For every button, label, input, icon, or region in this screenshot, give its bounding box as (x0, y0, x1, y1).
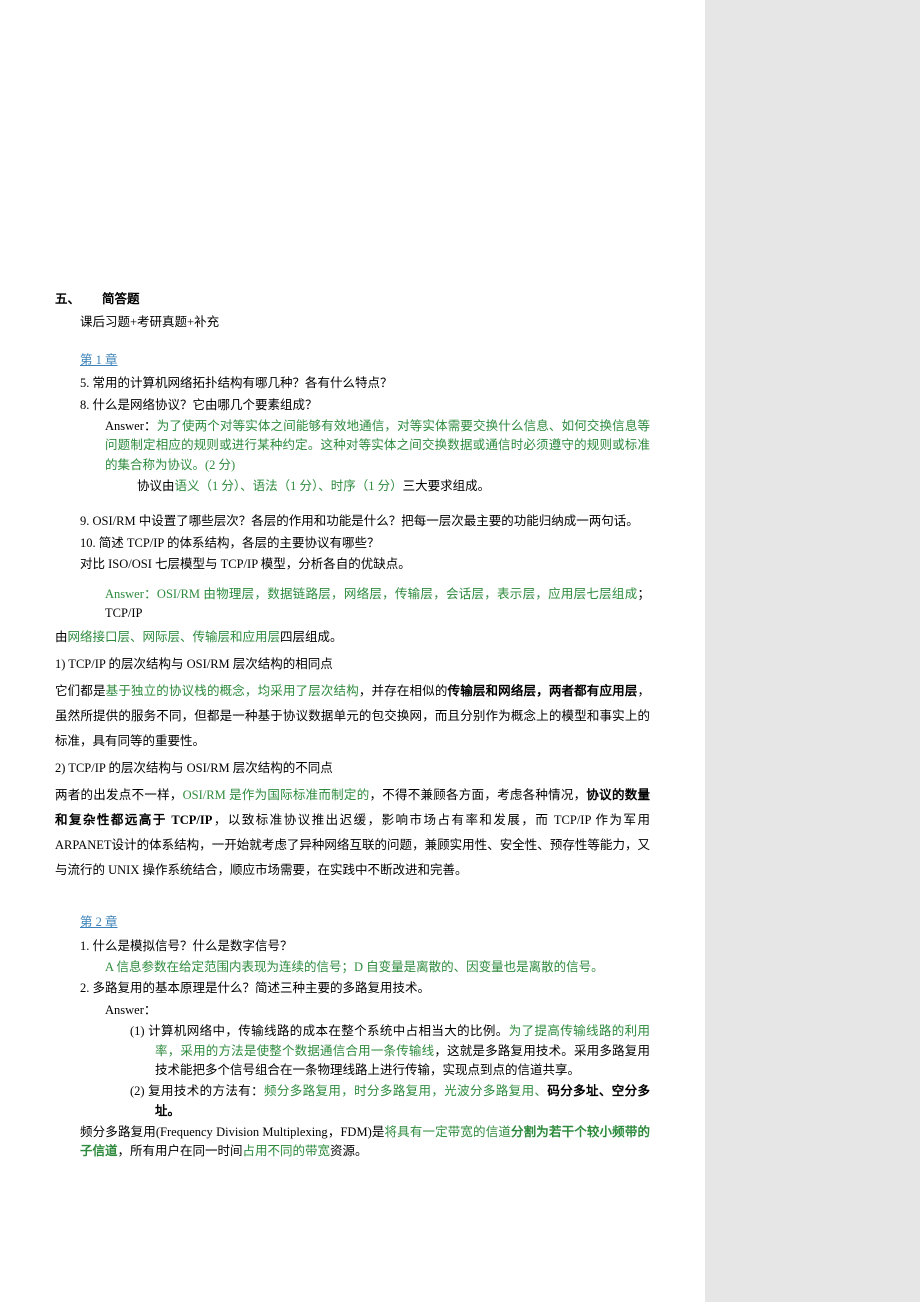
fdm-b: 将具有一定带宽的信道 (385, 1125, 511, 1139)
p2-b: OSI/RM 是作为国际标准而制定的 (183, 788, 370, 802)
osi-layers: OSI/RM 由物理层，数据链路层，网络层，传输层，会话层，表示层，应用层七层组… (157, 587, 638, 601)
ch1-q8-answer-1: Answer：为了使两个对等实体之间能够有效地通信，对等实体需要交换什么信息、如… (55, 417, 650, 475)
answer-label: Answer： (105, 419, 157, 433)
heading-number: 五、 (55, 290, 80, 309)
ch1-p2-body: 两者的出发点不一样，OSI/RM 是作为国际标准而制定的，不得不兼顾各方面，考虑… (55, 783, 650, 883)
ch2-answer-label: Answer： (55, 1001, 650, 1020)
fdm-e: ，所有用户在同一时间 (118, 1144, 243, 1158)
osi-ans-label: Answer： (105, 587, 157, 601)
q8-a2-pre: 协议由 (137, 479, 175, 493)
section-heading: 五、 简答题 (55, 290, 650, 309)
ch2-q1-answer: A 信息参数在给定范围内表现为连续的信号；D 自变量是离散的、因变量也是离散的信… (55, 958, 650, 977)
fdm-c: 分割 (511, 1125, 536, 1139)
ch1-p2-title: 2) TCP/IP 的层次结构与 OSI/RM 层次结构的不同点 (55, 756, 650, 781)
tcp-pre: 由 (55, 630, 68, 644)
ch1-p1-body: 它们都是基于独立的协议栈的概念，均采用了层次结构，并存在相似的传输层和网络层，两… (55, 679, 650, 754)
sidebar-panel (705, 0, 920, 1302)
ch1-q5: 5. 常用的计算机网络拓扑结构有哪几种？各有什么特点？ (55, 374, 650, 393)
subtitle: 课后习题+考研真题+补充 (55, 313, 650, 332)
i1-a: 计算机网络中，传输线路的成本在整个系统中占相当大的比例。 (145, 1024, 509, 1038)
q8-a2-green: 语义（1 分）、语法（1 分）、时序（1 分） (175, 479, 403, 493)
ch1-q8-answer-2: 协议由语义（1 分）、语法（1 分）、时序（1 分）三大要求组成。 (55, 477, 650, 496)
fdm-a: 频分多路复用(Frequency Division Multiplexing，F… (80, 1125, 385, 1139)
ch1-p1-title: 1) TCP/IP 的层次结构与 OSI/RM 层次结构的相同点 (55, 652, 650, 677)
i2-label: (2) (130, 1084, 145, 1098)
ch1-q9: 9. OSI/RM 中设置了哪些层次？各层的作用和功能是什么？把每一层次最主要的… (55, 512, 650, 531)
ch1-compare: 对比 ISO/OSI 七层模型与 TCP/IP 模型，分析各自的优缺点。 (55, 555, 650, 574)
fdm-g: 资源。 (330, 1144, 368, 1158)
ch2-q2: 2. 多路复用的基本原理是什么？简述三种主要的多路复用技术。 (55, 979, 650, 998)
q8-a2-post: 三大要求组成。 (403, 479, 491, 493)
ch2-item-1: (1) 计算机网络中，传输线路的成本在整个系统中占相当大的比例。为了提高传输线路… (55, 1022, 650, 1080)
chapter-1-title: 第 1 章 (55, 351, 650, 370)
tcp-post: 四层组成。 (280, 630, 343, 644)
fdm-f: 占用不同的带宽 (243, 1144, 331, 1158)
heading-text: 简答题 (102, 290, 140, 309)
p1-a: 它们都是 (55, 684, 106, 698)
p2-c: ，不得不兼顾各方面，考虑各种情况， (369, 788, 586, 802)
ch1-tcp-layers: 由网络接口层、网际层、传输层和应用层四层组成。 (55, 625, 650, 650)
document-page: 五、 简答题 课后习题+考研真题+补充 第 1 章 5. 常用的计算机网络拓扑结… (0, 0, 705, 1302)
ch2-q1: 1. 什么是模拟信号？什么是数字信号？ (55, 937, 650, 956)
i1-label: (1) (130, 1024, 145, 1038)
tcp-layers-green: 网络接口层、网际层、传输层和应用层 (68, 630, 281, 644)
p1-d: 传输层和网络层，两者都有应用层 (448, 684, 638, 698)
p1-c: ，并存在相似的 (359, 684, 448, 698)
q8-answer-text-1: 为了使两个对等实体之间能够有效地通信，对等实体需要交换什么信息、如何交换信息等问… (105, 419, 650, 472)
ch1-q8: 8. 什么是网络协议？它由哪几个要素组成？ (55, 396, 650, 415)
ch1-osi-answer: Answer：OSI/RM 由物理层，数据链路层，网络层，传输层，会话层，表示层… (55, 585, 650, 624)
i2-b: 频分多路复用，时分多路复用，光波分多路复用、 (264, 1084, 547, 1098)
p1-b: 基于独立的协议栈的概念，均采用了层次结构 (106, 684, 359, 698)
p2-a: 两者的出发点不一样， (55, 788, 183, 802)
ch1-q10: 10. 简述 TCP/IP 的体系结构，各层的主要协议有哪些？ (55, 534, 650, 553)
ch2-item-2: (2) 复用技术的方法有：频分多路复用，时分多路复用，光波分多路复用、码分多址、… (55, 1082, 650, 1121)
ch2-fdm: 频分多路复用(Frequency Division Multiplexing，F… (55, 1123, 650, 1162)
chapter-2-title: 第 2 章 (55, 913, 650, 932)
i2-a: 复用技术的方法有： (145, 1084, 264, 1098)
